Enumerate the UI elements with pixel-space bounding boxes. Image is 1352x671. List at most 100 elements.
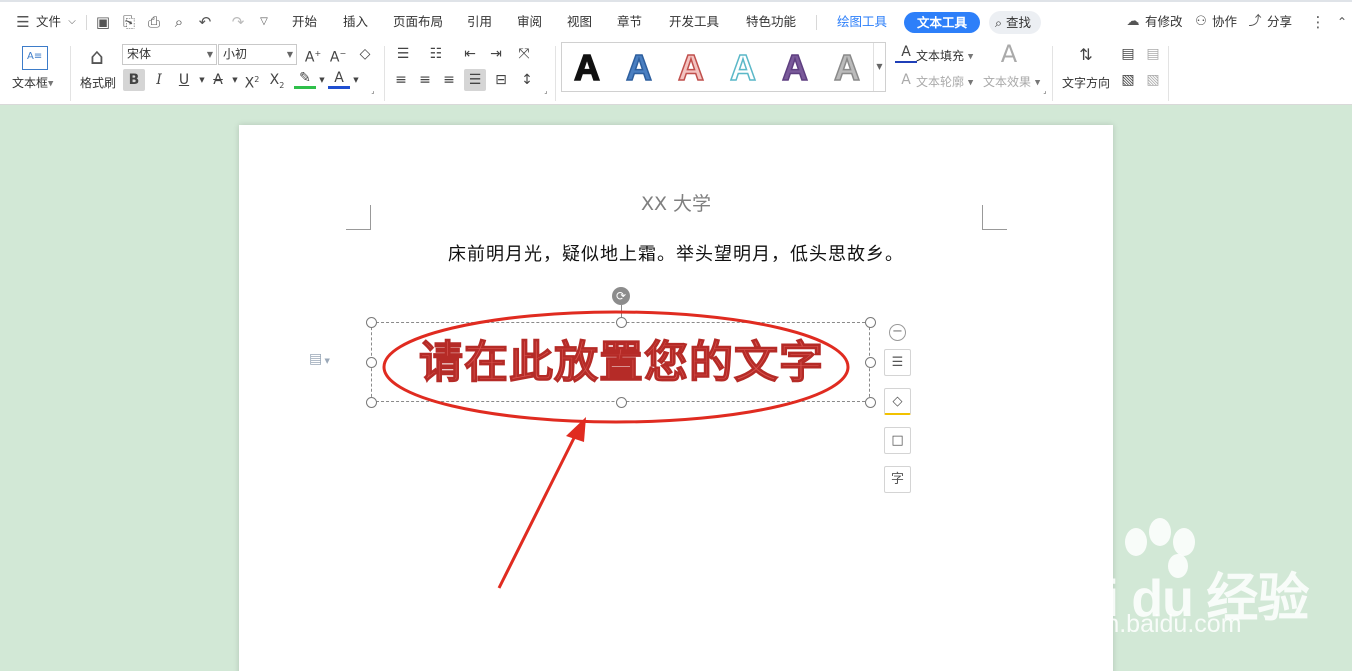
resize-handle-sw[interactable] [366,397,377,408]
resize-handle-n[interactable] [616,317,627,328]
tab-view[interactable]: 视图 [567,2,592,42]
tab-home[interactable]: 开始 [292,2,317,42]
tab-features[interactable]: 特色功能 [746,2,796,42]
chinese-layout-icon[interactable]: ⤧ [513,43,535,65]
text-outline-icon[interactable]: A [895,69,917,91]
textbox-layout-alt-icon[interactable]: ▤ [1142,43,1164,65]
collab-button[interactable]: 协作 [1212,2,1237,42]
increase-font-icon[interactable]: A+ [302,43,324,66]
style-cyan-outline[interactable]: A [729,47,757,89]
resize-handle-s[interactable] [616,397,627,408]
save-icon[interactable]: ▣ [94,13,112,31]
text-fill-button[interactable]: 文本填充 ▼ [916,47,973,64]
share-button[interactable]: 分享 [1267,2,1292,42]
collapse-ribbon-icon[interactable]: ⌃ [1333,13,1351,31]
file-menu[interactable]: 文件 [36,2,61,42]
style-gray[interactable]: A [833,47,861,89]
print-icon[interactable]: ⎙ [145,13,163,31]
wordart-text[interactable]: 请在此放置您的文字 [372,323,871,403]
tab-insert[interactable]: 插入 [343,2,368,42]
menu-bar: ☰ 文件 ⌵ ▣ ⎘ ⎙ ⌕ ↶ ↷ ▽ 开始 插入 页面布局 引用 审阅 视图… [0,0,1352,42]
layout-anchor-icon[interactable]: ▤ ▼ [309,351,330,367]
textbox-icon[interactable]: A≡ [22,46,48,70]
line-spacing-icon[interactable]: ↕ [516,69,538,91]
resize-handle-w[interactable] [366,357,377,368]
shape-fill-button[interactable]: ◇ [884,388,911,415]
bullet-list-icon[interactable]: ☰ [392,43,414,65]
align-right-icon[interactable]: ≡ [438,69,460,91]
tab-chapter[interactable]: 章节 [617,2,642,42]
style-blue[interactable]: A [625,47,653,89]
numbered-list-icon[interactable]: ☷ [425,43,447,65]
chevron-down-icon[interactable]: ⌵ [63,13,81,31]
text-format-button[interactable]: 字 [884,466,911,493]
tab-developer[interactable]: 开发工具 [669,2,719,42]
collapse-toolbar-icon[interactable]: − [889,324,906,341]
search-label: 查找 [1006,15,1032,30]
undo-icon[interactable]: ↶ [196,13,214,31]
rotate-handle-icon[interactable]: ⟳ [612,287,630,305]
collab-icon[interactable]: ⚇ [1192,13,1210,31]
body-paragraph[interactable]: 床前明月光，疑似地上霜。举头望明月，低头思故乡。 [239,240,1113,266]
tab-references[interactable]: 引用 [467,2,492,42]
format-painter-icon[interactable]: ⌂ [87,44,107,72]
text-direction-icon[interactable]: ⇅ [1073,44,1099,66]
tab-page-layout[interactable]: 页面布局 [393,2,443,42]
tab-review[interactable]: 审阅 [517,2,542,42]
customize-toolbar-icon[interactable]: ▽ [255,13,273,31]
page-header[interactable]: XX 大学 [239,189,1113,216]
text-settings-launcher-icon[interactable]: ⌟ [1040,86,1050,96]
document-page[interactable]: XX 大学 床前明月光，疑似地上霜。举头望明月，低头思故乡。 ▤ ▼ ⟳ 请在此… [239,125,1113,671]
subscript-icon[interactable]: X2 [266,69,288,91]
resize-handle-nw[interactable] [366,317,377,328]
align-left-icon[interactable]: ≡ [390,69,412,91]
export-icon[interactable]: ⎘ [120,13,138,31]
text-fill-icon[interactable]: A [895,43,917,63]
font-settings-launcher-icon[interactable]: ⌟ [368,86,378,96]
resize-handle-e[interactable] [865,357,876,368]
hamburger-menu-icon[interactable]: ☰ [14,13,32,31]
clear-format-icon[interactable]: ◇ [354,43,376,65]
paragraph-settings-launcher-icon[interactable]: ⌟ [541,86,551,96]
wordart-textbox[interactable]: 请在此放置您的文字 [366,317,876,408]
text-effect-button[interactable]: 文本效果 ▼ [983,73,1040,90]
text-outline-button[interactable]: 文本轮廓 ▼ [916,73,973,90]
format-painter-label[interactable]: 格式刷 [80,74,116,91]
redo-icon[interactable]: ↷ [229,13,247,31]
print-preview-icon[interactable]: ⌕ [170,13,188,31]
style-black[interactable]: A [573,47,601,89]
text-direction-button[interactable]: 文字方向 [1062,74,1110,91]
resize-handle-ne[interactable] [865,317,876,328]
group-divider [384,46,385,101]
tab-text-tools[interactable]: 文本工具 [904,12,981,33]
textbox-button[interactable]: 文本框▼ [12,74,53,91]
textbox-layout-icon[interactable]: ▤ [1117,43,1139,65]
shape-outline-button[interactable]: □ [884,427,911,454]
style-pink-outline[interactable]: A [677,47,705,89]
distribute-icon[interactable]: ⊟ [490,69,512,91]
chevron-down-icon[interactable]: ▼ [345,69,367,91]
decrease-font-icon[interactable]: A− [327,43,349,66]
justify-icon[interactable]: ☰ [464,69,486,91]
font-size-select[interactable]: 小初 ▼ [218,44,297,65]
text-effect-icon[interactable]: A [998,42,1020,66]
layout-options-button[interactable]: ☰ [884,349,911,376]
decrease-indent-icon[interactable]: ⇤ [459,43,481,65]
resize-handle-se[interactable] [865,397,876,408]
search-button[interactable]: ⌕ 查找 [989,11,1042,34]
superscript-icon[interactable]: X2 [241,69,263,92]
textbox-link-icon[interactable]: ▧ [1117,69,1139,91]
has-changes-button[interactable]: 有修改 [1145,2,1183,42]
align-center-icon[interactable]: ≡ [414,69,436,91]
cloud-icon[interactable]: ☁ [1124,13,1142,31]
tab-drawing-tools[interactable]: 绘图工具 [837,2,887,42]
share-icon[interactable]: ⤴ [1246,13,1264,31]
bold-icon[interactable]: B [123,69,145,91]
textbox-unlink-icon[interactable]: ▧ [1142,69,1164,91]
gallery-more-icon[interactable]: ▼ [873,43,885,91]
increase-indent-icon[interactable]: ⇥ [485,43,507,65]
style-purple[interactable]: A [781,47,809,89]
more-options-icon[interactable]: ⋮ [1309,13,1327,31]
italic-icon[interactable]: I [148,69,170,91]
font-name-select[interactable]: 宋体 ▼ [122,44,217,65]
